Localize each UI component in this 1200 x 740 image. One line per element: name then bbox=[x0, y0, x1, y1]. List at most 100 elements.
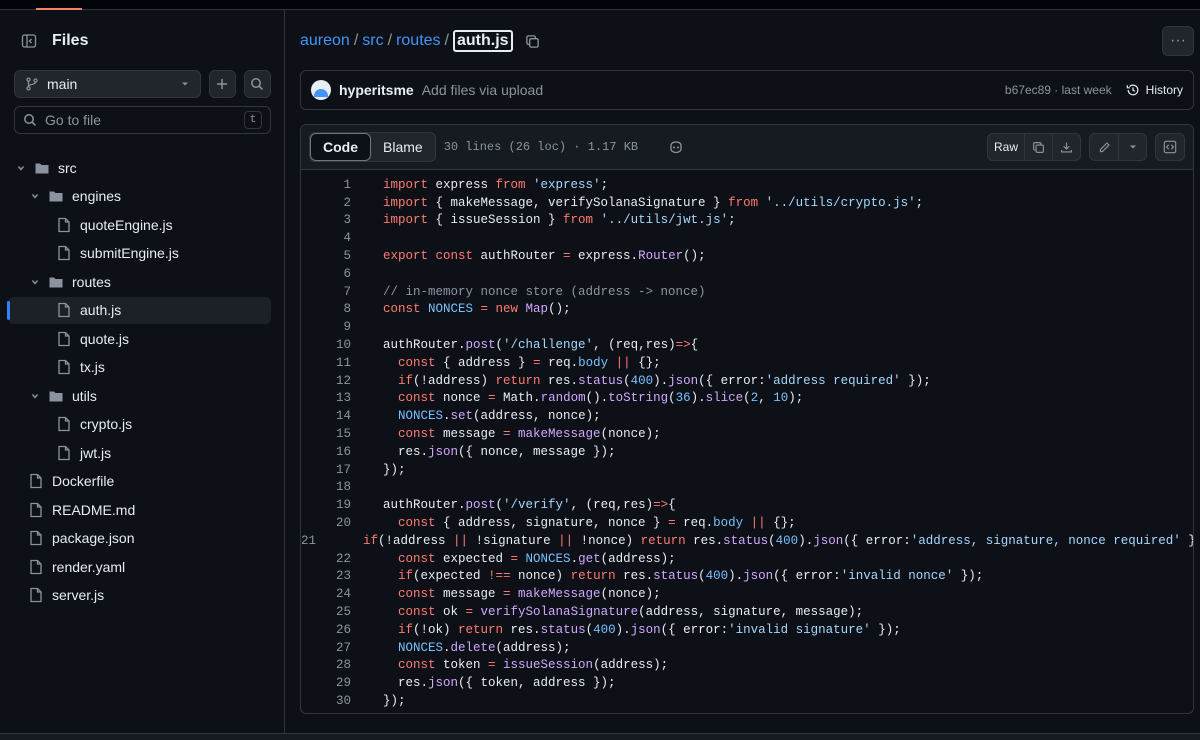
tree-folder[interactable]: engines bbox=[8, 183, 271, 210]
tree-file[interactable]: submitEngine.js bbox=[8, 240, 271, 267]
copilot-button[interactable] bbox=[668, 139, 684, 155]
code-text: authRouter.post('/verify', (req,res)=>{ bbox=[383, 498, 676, 513]
line-number[interactable]: 1 bbox=[301, 178, 351, 192]
commit-meta: b67ec89 · last week History bbox=[1005, 83, 1183, 97]
line-number[interactable]: 25 bbox=[301, 605, 351, 619]
edit-button[interactable] bbox=[1090, 134, 1118, 160]
file-icon bbox=[28, 559, 44, 575]
tree-folder[interactable]: utils bbox=[8, 382, 271, 409]
tree-file[interactable]: render.yaml bbox=[8, 553, 271, 580]
commit-sha-time[interactable]: b67ec89 · last week bbox=[1005, 83, 1112, 97]
history-label: History bbox=[1145, 83, 1183, 97]
breadcrumb-link[interactable]: routes bbox=[396, 32, 440, 50]
tree-folder[interactable]: src bbox=[8, 154, 271, 181]
tab-blame[interactable]: Blame bbox=[371, 133, 435, 161]
line-number[interactable]: 27 bbox=[301, 641, 351, 655]
raw-button[interactable]: Raw bbox=[988, 134, 1024, 160]
breadcrumb-link[interactable]: aureon bbox=[300, 32, 350, 50]
code-line: 26 if(!ok) return res.status(400).json({… bbox=[301, 621, 1193, 639]
tab-code[interactable]: Code bbox=[310, 133, 371, 161]
chevron-down-icon[interactable] bbox=[28, 275, 42, 289]
tree-file[interactable]: crypto.js bbox=[8, 411, 271, 438]
tree-file[interactable]: package.json bbox=[8, 525, 271, 552]
code-line: 10 authRouter.post('/challenge', (req,res… bbox=[301, 336, 1193, 354]
line-number[interactable]: 16 bbox=[301, 445, 351, 459]
sidebar-collapse-icon bbox=[21, 34, 37, 48]
line-number[interactable]: 15 bbox=[301, 427, 351, 441]
line-number[interactable]: 20 bbox=[301, 516, 351, 530]
folder-icon bbox=[48, 188, 64, 204]
code-text: const NONCES = new Map(); bbox=[383, 302, 571, 317]
download-button[interactable] bbox=[1052, 134, 1080, 160]
breadcrumb-current-file: auth.js bbox=[452, 30, 513, 52]
line-number[interactable]: 28 bbox=[301, 658, 351, 672]
code-line: 22 const expected = NONCES.get(address); bbox=[301, 550, 1193, 568]
search-files-button[interactable] bbox=[243, 70, 272, 98]
line-number[interactable]: 18 bbox=[301, 480, 351, 494]
chevron-down-icon[interactable] bbox=[28, 389, 42, 403]
avatar[interactable] bbox=[311, 80, 331, 100]
code-text: if(expected !== nonce) return res.status… bbox=[383, 569, 984, 584]
tree-folder[interactable]: routes bbox=[8, 268, 271, 295]
line-number[interactable]: 8 bbox=[301, 302, 351, 316]
plus-icon bbox=[217, 79, 228, 89]
breadcrumb-separator: / bbox=[353, 32, 359, 49]
line-number[interactable]: 3 bbox=[301, 213, 351, 227]
chevron-down-icon[interactable] bbox=[28, 189, 42, 203]
chevron-down-icon[interactable] bbox=[14, 161, 28, 175]
code-text: const message = makeMessage(nonce); bbox=[383, 587, 661, 602]
line-number[interactable]: 19 bbox=[301, 498, 351, 512]
line-number[interactable]: 13 bbox=[301, 391, 351, 405]
code-toolbar: Code Blame 30 lines (26 loc) · 1.17 KB R… bbox=[301, 125, 1193, 170]
commit-message[interactable]: Add files via upload bbox=[422, 82, 543, 98]
line-number[interactable]: 24 bbox=[301, 587, 351, 601]
history-icon bbox=[1126, 84, 1139, 96]
line-number[interactable]: 7 bbox=[301, 285, 351, 299]
branch-row: main bbox=[14, 70, 272, 98]
code-text: }); bbox=[383, 694, 406, 708]
line-number[interactable]: 23 bbox=[301, 569, 351, 583]
tree-item-label: README.md bbox=[52, 501, 136, 518]
tree-file[interactable]: server.js bbox=[8, 582, 271, 609]
code-line: 1 import express from 'express'; bbox=[301, 176, 1193, 194]
line-number[interactable]: 21 bbox=[301, 534, 316, 548]
tree-file[interactable]: jwt.js bbox=[8, 439, 271, 466]
tree-file[interactable]: quoteEngine.js bbox=[8, 211, 271, 238]
line-number[interactable]: 2 bbox=[301, 196, 351, 210]
code-line: 20 const { address, signature, nonce } =… bbox=[301, 514, 1193, 532]
line-number[interactable]: 4 bbox=[301, 231, 351, 245]
line-number[interactable]: 9 bbox=[301, 320, 351, 334]
tree-file[interactable]: tx.js bbox=[8, 354, 271, 381]
branch-selector[interactable]: main bbox=[14, 70, 201, 98]
copy-path-button[interactable] bbox=[525, 34, 540, 49]
line-number[interactable]: 6 bbox=[301, 267, 351, 281]
go-to-file-input[interactable] bbox=[45, 112, 244, 128]
tree-file[interactable]: auth.js bbox=[7, 296, 271, 324]
more-options-button[interactable]: ··· bbox=[1162, 26, 1194, 56]
line-number[interactable]: 10 bbox=[301, 338, 351, 352]
tree-file[interactable]: README.md bbox=[8, 496, 271, 523]
line-number[interactable]: 11 bbox=[301, 356, 351, 370]
line-number[interactable]: 29 bbox=[301, 676, 351, 690]
symbols-panel-button[interactable] bbox=[1156, 134, 1184, 160]
file-icon bbox=[56, 445, 72, 461]
line-number[interactable]: 26 bbox=[301, 623, 351, 637]
copy-raw-button[interactable] bbox=[1024, 134, 1052, 160]
add-file-button[interactable] bbox=[208, 70, 236, 98]
code-line: 19 authRouter.post('/verify', (req,res)=>… bbox=[301, 496, 1193, 514]
code-text: if(!address || !signature || !nonce) ret… bbox=[348, 533, 1193, 548]
commit-author[interactable]: hyperitsme bbox=[339, 82, 414, 98]
line-number[interactable]: 17 bbox=[301, 463, 351, 477]
line-number[interactable]: 22 bbox=[301, 552, 351, 566]
tree-file[interactable]: quote.js bbox=[8, 325, 271, 352]
line-number[interactable]: 5 bbox=[301, 249, 351, 263]
history-button[interactable]: History bbox=[1126, 83, 1183, 97]
edit-dropdown-button[interactable] bbox=[1118, 134, 1146, 160]
breadcrumb-link[interactable]: src bbox=[362, 32, 383, 50]
line-number[interactable]: 14 bbox=[301, 409, 351, 423]
tree-file[interactable]: Dockerfile bbox=[8, 468, 271, 495]
collapse-sidebar-button[interactable] bbox=[14, 26, 44, 56]
kebab-horizontal-icon: ··· bbox=[1170, 32, 1186, 49]
line-number[interactable]: 12 bbox=[301, 374, 351, 388]
line-number[interactable]: 30 bbox=[301, 694, 351, 708]
